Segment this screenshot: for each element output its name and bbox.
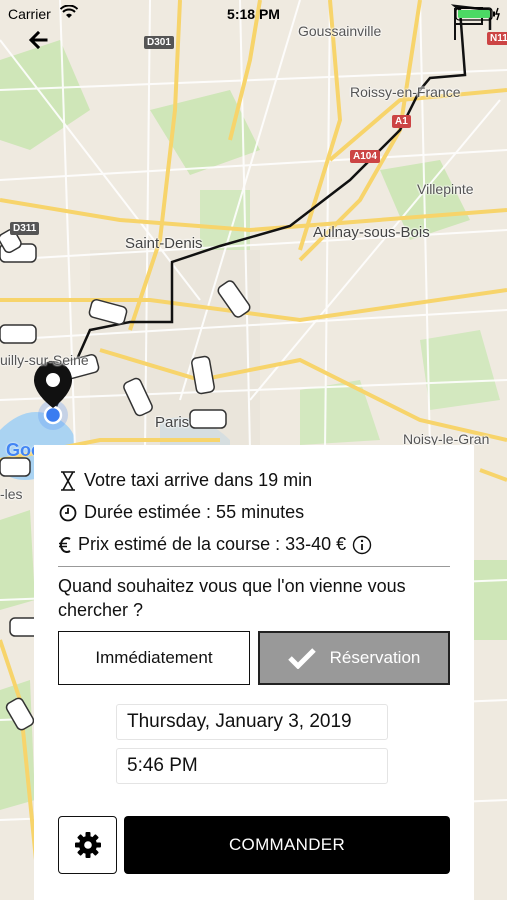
time-field[interactable]: 5:46 PM bbox=[116, 748, 388, 784]
reservation-option-button[interactable]: Réservation bbox=[258, 631, 450, 685]
settings-button[interactable] bbox=[58, 816, 117, 874]
map-label-roissy: Roissy-en-France bbox=[350, 84, 461, 100]
order-button-label: COMMANDER bbox=[228, 835, 346, 854]
map-label-villepinte: Villepinte bbox=[417, 181, 474, 197]
back-arrow-icon[interactable] bbox=[26, 28, 50, 52]
booking-panel: Votre taxi arrive dans 19 min Durée esti… bbox=[34, 445, 474, 900]
status-time: 5:18 PM bbox=[227, 6, 280, 22]
info-icon[interactable] bbox=[352, 535, 372, 555]
map-label-levallois: -les bbox=[0, 486, 23, 502]
road-shield-a1: A1 bbox=[392, 115, 411, 128]
eta-text: Votre taxi arrive dans 19 min bbox=[84, 470, 313, 490]
gear-icon bbox=[73, 830, 103, 860]
price-text: Prix estimé de la course : 33-40 € bbox=[78, 534, 347, 554]
reservation-option-label: Réservation bbox=[329, 648, 421, 667]
road-shield-a104: A104 bbox=[350, 150, 380, 163]
date-field[interactable]: Thursday, January 3, 2019 bbox=[116, 704, 388, 740]
map-label-aulnay: Aulnay-sous-Bois bbox=[313, 224, 430, 241]
map-label-saint-denis: Saint-Denis bbox=[125, 235, 203, 252]
pickup-question: Quand souhaitez vous que l'on vienne vou… bbox=[58, 576, 406, 620]
immediate-option-label: Immédiatement bbox=[95, 648, 213, 667]
immediate-option-button[interactable]: Immédiatement bbox=[58, 631, 250, 685]
status-bar: Carrier 5:18 PM bbox=[0, 0, 507, 28]
battery-icon bbox=[455, 7, 501, 24]
divider bbox=[58, 566, 450, 567]
eta-row: Votre taxi arrive dans 19 min bbox=[58, 470, 312, 491]
order-button[interactable]: COMMANDER bbox=[124, 816, 450, 874]
map-label-neuilly: uilly-sur-Seine bbox=[0, 352, 89, 368]
road-shield-n11: N11 bbox=[487, 32, 507, 45]
price-row: Prix estimé de la course : 33-40 € bbox=[58, 534, 372, 555]
road-shield-d301: D301 bbox=[144, 36, 174, 49]
road-shield-d311: D311 bbox=[10, 222, 40, 235]
euro-icon bbox=[58, 535, 72, 555]
time-value: 5:46 PM bbox=[127, 755, 198, 776]
clock-icon bbox=[58, 503, 78, 523]
date-value: Thursday, January 3, 2019 bbox=[127, 711, 352, 732]
duration-text: Durée estimée : 55 minutes bbox=[84, 502, 305, 522]
map-label-paris: Paris bbox=[155, 414, 190, 431]
checkmark-icon bbox=[287, 647, 316, 669]
hourglass-icon bbox=[58, 470, 78, 491]
duration-row: Durée estimée : 55 minutes bbox=[58, 502, 304, 523]
